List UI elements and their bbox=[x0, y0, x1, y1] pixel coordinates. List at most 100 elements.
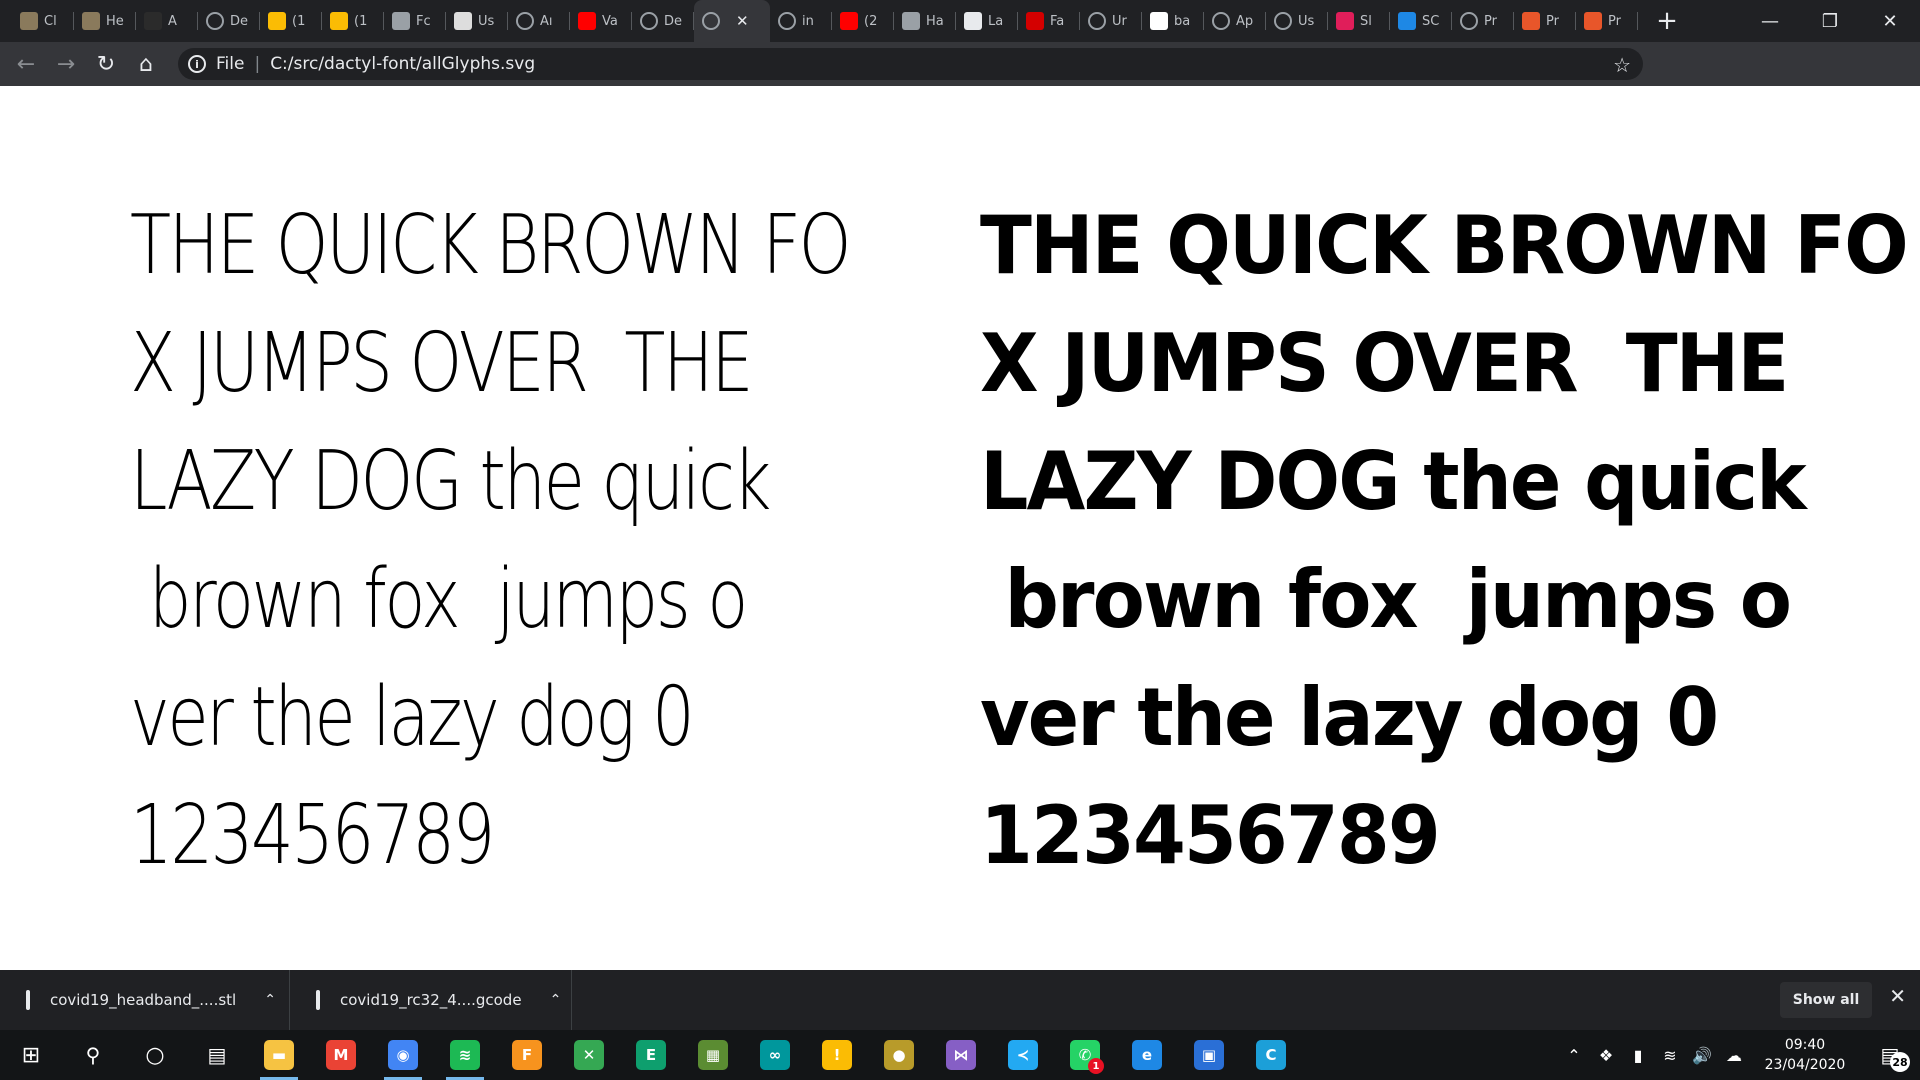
tab[interactable]: Ap bbox=[1204, 0, 1266, 42]
task-view-button[interactable]: ▤ bbox=[186, 1030, 248, 1080]
close-downloads-icon[interactable]: ✕ bbox=[1889, 984, 1906, 1008]
back-button[interactable]: ← bbox=[6, 42, 46, 86]
dropbox-icon[interactable]: ❖ bbox=[1590, 1046, 1622, 1065]
download-item[interactable]: covid19_rc32_4....gcode ⌃ bbox=[290, 970, 572, 1030]
battery-icon[interactable]: ▮ bbox=[1622, 1046, 1654, 1065]
taskbar-app[interactable]: C bbox=[1240, 1030, 1302, 1080]
search-button[interactable]: ⚲ bbox=[62, 1030, 124, 1080]
tab[interactable]: Us bbox=[1266, 0, 1328, 42]
tab[interactable]: ba bbox=[1142, 0, 1204, 42]
tab-label: Us bbox=[1298, 13, 1315, 29]
taskbar-app[interactable]: ≋ bbox=[434, 1030, 496, 1080]
taskbar-app[interactable]: ▦ bbox=[682, 1030, 744, 1080]
tab[interactable]: Us bbox=[446, 0, 508, 42]
doc-favicon-icon bbox=[1150, 12, 1168, 30]
tab[interactable]: ✕ bbox=[694, 0, 770, 42]
tab[interactable]: Sl bbox=[1328, 0, 1390, 42]
tab[interactable]: (1 bbox=[260, 0, 322, 42]
tab[interactable]: Pr bbox=[1452, 0, 1514, 42]
url-path: C:/src/dactyl-font/allGlyphs.svg bbox=[270, 54, 536, 74]
tab-label: Pr bbox=[1484, 13, 1497, 29]
tab-label: Aı bbox=[540, 13, 553, 29]
glyph-line: brown fox jumps o bbox=[980, 552, 1792, 646]
tab[interactable]: Va bbox=[570, 0, 632, 42]
tab[interactable]: Cl bbox=[12, 0, 74, 42]
taskbar-app[interactable]: e bbox=[1116, 1030, 1178, 1080]
wifi-icon[interactable]: ≋ bbox=[1654, 1046, 1686, 1065]
keep-icon: ! bbox=[822, 1040, 852, 1070]
taskbar-app[interactable]: ▬ bbox=[248, 1030, 310, 1080]
reload-button[interactable]: ↻ bbox=[86, 42, 126, 86]
url-scheme-label: File bbox=[216, 54, 245, 74]
tab-label: Pr bbox=[1608, 13, 1621, 29]
clock-date: 23/04/2020 bbox=[1764, 1057, 1846, 1073]
taskbar-app[interactable]: ✕ bbox=[558, 1030, 620, 1080]
tab[interactable]: He bbox=[74, 0, 136, 42]
page-viewport: THE QUICK BROWN FO X JUMPS OVER THE LAZY D… bbox=[0, 86, 1920, 970]
taskbar-app[interactable]: ✆ 1 bbox=[1054, 1030, 1116, 1080]
globe-app-icon: ● bbox=[884, 1040, 914, 1070]
taskbar-app[interactable]: ⋈ bbox=[930, 1030, 992, 1080]
info-icon[interactable]: i bbox=[188, 55, 206, 73]
chevron-up-icon[interactable]: ⌃ bbox=[550, 992, 562, 1008]
forward-button[interactable]: → bbox=[46, 42, 86, 86]
taskbar-app[interactable]: ≺ bbox=[992, 1030, 1054, 1080]
file-icon bbox=[26, 990, 30, 1010]
tab[interactable]: Fa bbox=[1018, 0, 1080, 42]
tab[interactable]: A bbox=[136, 0, 198, 42]
tab[interactable]: Ha bbox=[894, 0, 956, 42]
taskbar-app[interactable]: ▣ bbox=[1178, 1030, 1240, 1080]
volume-icon[interactable]: 🔊 bbox=[1686, 1046, 1718, 1065]
chrome-icon: ◉ bbox=[388, 1040, 418, 1070]
bookmark-star-icon[interactable]: ☆ bbox=[1613, 53, 1631, 77]
taskbar-app[interactable]: M bbox=[310, 1030, 372, 1080]
cloud-upload-icon[interactable]: ☁ bbox=[1718, 1046, 1750, 1065]
tab-list: Cl He A De (1 (1 Fc Us Aı Va De ✕ in (2 Ha La Fa Ur ba Ap Us… bbox=[0, 0, 1638, 42]
start-button[interactable]: ⊞ bbox=[0, 1030, 62, 1080]
taskbar-app[interactable]: ∞ bbox=[744, 1030, 806, 1080]
close-tab-icon[interactable]: ✕ bbox=[736, 12, 749, 30]
tab[interactable]: De bbox=[198, 0, 260, 42]
clock[interactable]: 09:40 23/04/2020 bbox=[1750, 1035, 1860, 1075]
google-g-icon bbox=[268, 12, 286, 30]
globe-icon bbox=[1088, 12, 1106, 30]
taskbar-app[interactable]: E bbox=[620, 1030, 682, 1080]
tab-label: Pr bbox=[1546, 13, 1559, 29]
taskbar-app[interactable]: F bbox=[496, 1030, 558, 1080]
tab[interactable]: Pr bbox=[1576, 0, 1638, 42]
show-all-button[interactable]: Show all bbox=[1780, 982, 1872, 1018]
tab[interactable]: SC bbox=[1390, 0, 1452, 42]
image-favicon-icon bbox=[82, 12, 100, 30]
globe-icon bbox=[640, 12, 658, 30]
red-logo-icon bbox=[1026, 12, 1044, 30]
tab[interactable]: in bbox=[770, 0, 832, 42]
tab[interactable]: De bbox=[632, 0, 694, 42]
taskbar-app[interactable]: ● bbox=[868, 1030, 930, 1080]
tab[interactable]: Pr bbox=[1514, 0, 1576, 42]
tab-label: Fc bbox=[416, 13, 431, 29]
download-item[interactable]: covid19_headband_....stl ⌃ bbox=[0, 970, 290, 1030]
minimize-button[interactable]: — bbox=[1740, 0, 1800, 42]
notification-count: 28 bbox=[1890, 1052, 1910, 1072]
address-bar[interactable]: i File | C:/src/dactyl-font/allGlyphs.sv… bbox=[178, 48, 1643, 80]
thin-font-sample: THE QUICK BROWN FO X JUMPS OVER THE LAZY D… bbox=[130, 186, 970, 894]
tab[interactable]: La bbox=[956, 0, 1018, 42]
close-window-button[interactable]: ✕ bbox=[1860, 0, 1920, 42]
chevron-up-icon[interactable]: ⌃ bbox=[1558, 1046, 1590, 1065]
glyph-line: THE QUICK BROWN FO bbox=[130, 197, 851, 293]
action-center-button[interactable]: ▤ 28 bbox=[1860, 1030, 1920, 1080]
tab[interactable]: Ur bbox=[1080, 0, 1142, 42]
tab[interactable]: Aı bbox=[508, 0, 570, 42]
arrow-right-icon: → bbox=[56, 51, 76, 77]
home-button[interactable]: ⌂ bbox=[126, 42, 166, 86]
chevron-up-icon[interactable]: ⌃ bbox=[264, 992, 276, 1008]
tab-label: Va bbox=[602, 13, 618, 29]
new-tab-button[interactable]: + bbox=[1652, 6, 1682, 36]
taskbar-app[interactable]: ! bbox=[806, 1030, 868, 1080]
restore-button[interactable]: ❐ bbox=[1800, 0, 1860, 42]
taskbar-app[interactable]: ◉ bbox=[372, 1030, 434, 1080]
cortana-button[interactable]: ○ bbox=[124, 1030, 186, 1080]
tab[interactable]: (2 bbox=[832, 0, 894, 42]
tab[interactable]: Fc bbox=[384, 0, 446, 42]
tab[interactable]: (1 bbox=[322, 0, 384, 42]
